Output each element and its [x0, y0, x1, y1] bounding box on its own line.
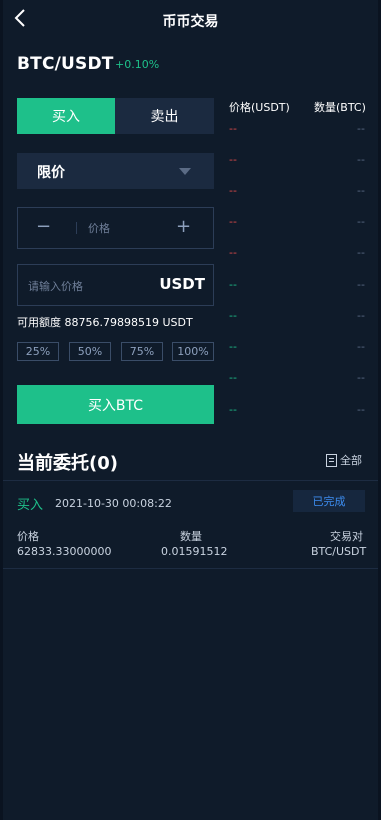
percent-50-button[interactable]: 50% [69, 342, 111, 361]
bid-price: -- [229, 340, 237, 353]
order-price-value: 62833.33000000 [17, 545, 112, 558]
ask-price: -- [229, 153, 237, 166]
percent-100-button[interactable]: 100% [172, 342, 214, 361]
price-change: +0.10% [115, 58, 160, 71]
bid-qty: -- [357, 278, 365, 291]
available-balance: 可用额度 88756.79898519 USDT [17, 316, 193, 329]
bid-qty: -- [357, 309, 365, 322]
top-bar: 币币交易 [0, 0, 381, 40]
amount-field[interactable]: 请输入价格 USDT [17, 264, 214, 306]
increment-button[interactable]: + [176, 216, 191, 237]
tab-buy[interactable]: 买入 [17, 98, 115, 134]
bid-qty: -- [357, 371, 365, 384]
order-qty-value: 0.01591512 [161, 545, 228, 558]
ask-qty: -- [357, 122, 365, 135]
status-badge: 已完成 [293, 490, 365, 512]
ask-qty: -- [357, 184, 365, 197]
percent-25-button[interactable]: 25% [17, 342, 59, 361]
amount-unit: USDT [159, 275, 205, 293]
bid-price: -- [229, 278, 237, 291]
bid-qty: -- [357, 403, 365, 416]
price-input[interactable]: 价格 [88, 220, 110, 236]
ask-price: -- [229, 184, 237, 197]
percent-75-button[interactable]: 75% [121, 342, 163, 361]
list-icon [326, 453, 337, 467]
ask-qty: -- [357, 153, 365, 166]
orders-title: 当前委托(0) [17, 453, 118, 474]
section-divider [3, 480, 378, 481]
amount-placeholder: 请输入价格 [28, 280, 83, 293]
order-pair-label: 交易对 [330, 530, 363, 543]
price-stepper: − 价格 + [17, 207, 214, 249]
app-screen: 币币交易 BTC/USDT +0.10% 买入 卖出 限价 − 价格 + 请输入… [0, 0, 381, 820]
orderbook-price-header: 价格(USDT) [229, 101, 290, 114]
buy-btc-button[interactable]: 买入BTC [17, 385, 214, 424]
market-pair: BTC/USDT [17, 54, 114, 74]
ask-qty: -- [357, 246, 365, 259]
bid-price: -- [229, 309, 237, 322]
ask-price: -- [229, 122, 237, 135]
all-orders-link[interactable]: 全部 [326, 452, 362, 468]
order-price-label: 价格 [17, 530, 39, 543]
order-divider [3, 568, 378, 569]
order-time: 2021-10-30 00:08:22 [55, 497, 172, 510]
all-orders-label: 全部 [340, 454, 362, 467]
buy-sell-tabs: 买入 卖出 [17, 98, 214, 134]
order-type-select[interactable]: 限价 [17, 153, 214, 189]
order-pair-value: BTC/USDT [311, 545, 367, 558]
ask-price: -- [229, 215, 237, 228]
stepper-divider [76, 222, 77, 234]
ask-price: -- [229, 246, 237, 259]
bid-qty: -- [357, 340, 365, 353]
order-type-label: 限价 [37, 165, 65, 181]
order-side: 买入 [17, 498, 44, 513]
left-edge [0, 0, 3, 820]
page-title: 币币交易 [162, 14, 219, 30]
tab-sell[interactable]: 卖出 [115, 98, 214, 134]
bid-price: -- [229, 371, 237, 384]
caret-down-icon [179, 168, 191, 175]
bid-price: -- [229, 403, 237, 416]
ask-qty: -- [357, 215, 365, 228]
decrement-button[interactable]: − [36, 216, 51, 237]
order-qty-label: 数量 [180, 530, 202, 543]
orderbook-qty-header: 数量(BTC) [314, 101, 366, 114]
